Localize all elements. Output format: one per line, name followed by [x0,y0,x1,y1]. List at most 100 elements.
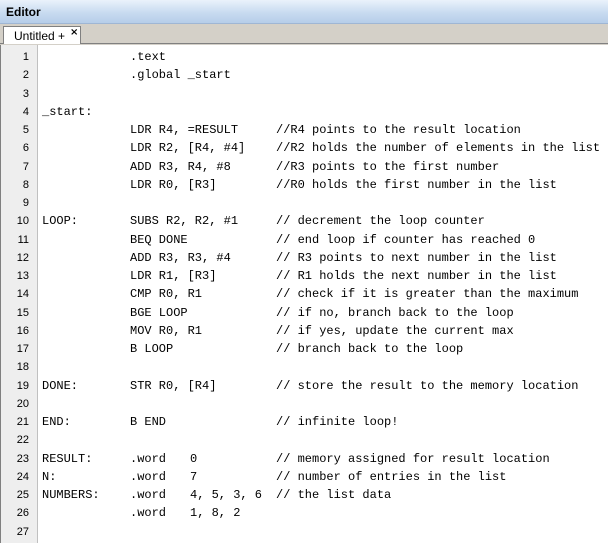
code-line[interactable]: _start: [42,103,608,121]
code-line[interactable]: DONE: STR R0, [R4] // store the result to … [42,377,608,395]
code-comment: // number of entries in the list [276,470,507,484]
line-number: 12 [16,252,29,264]
code-instruction: B END [130,415,167,429]
code-comment: // R3 points to next number in the list [276,251,557,265]
line-number: 1 [22,51,29,63]
line-number: 23 [16,453,29,465]
code-instruction: .word [130,470,167,484]
code-comment: // memory assigned for result location [276,452,550,466]
line-number: 3 [22,88,29,100]
code-instruction: STR R0, [R4] [130,379,217,393]
code-line[interactable]: BEQ DONE // end loop if counter has reach… [42,231,608,249]
code-comment: //R2 holds the number of elements in the… [276,141,601,155]
code-line[interactable]: ADD R3, R3, #4 // R3 points to next numbe… [42,249,608,267]
code-operands: 0 [190,452,198,466]
code-comment: // if yes, update the current max [276,324,514,338]
code-line[interactable]: ADD R3, R4, #8 //R3 points to the first n… [42,158,608,176]
code-instruction: ADD R3, R3, #4 [130,251,231,265]
code-line[interactable]: LDR R4, =RESULT //R4 points to the result… [42,121,608,139]
line-number: 25 [16,489,29,501]
code-line[interactable]: END: B END // infinite loop! [42,413,608,431]
line-number: 26 [16,507,29,519]
line-number: 22 [16,434,29,446]
code-comment: //R0 holds the first number in the list [276,178,557,192]
code-editor[interactable]: 1 2 3 4 5 6 7 8 9 10 11 12 13 14 15 16 17 18 19 20 21 22 23 24 2… [0,45,608,543]
code-label: _start: [42,105,93,119]
code-comment: // decrement the loop counter [276,214,485,228]
editor-window: Editor Untitled + × 1 2 3 4 5 6 7 8 9 10 11 12 13 14 1… [0,0,608,543]
code-operands: 1, 8, 2 [190,506,241,520]
code-comment: // store the result to the memory locati… [276,379,579,393]
line-number: 16 [16,325,29,337]
code-line[interactable]: B LOOP // branch back to the loop [42,340,608,358]
line-number: 10 [16,215,29,227]
line-number: 8 [22,179,29,191]
code-line[interactable]: .text [42,48,608,66]
code-comment: // end loop if counter has reached 0 [276,233,536,247]
code-label: N: [42,470,57,484]
code-comment: // R1 holds the next number in the list [276,269,557,283]
code-instruction: MOV R0, R1 [130,324,203,338]
line-number: 11 [17,234,29,246]
line-number: 17 [16,343,29,355]
code-instruction: ADD R3, R4, #8 [130,160,231,174]
code-comment: // branch back to the loop [276,342,464,356]
line-number: 2 [22,69,29,81]
code-line[interactable]: .word 1, 8, 2 [42,504,608,522]
code-line[interactable] [42,523,608,541]
line-number: 18 [16,361,29,373]
line-number-gutter: 1 2 3 4 5 6 7 8 9 10 11 12 13 14 15 16 17 18 19 20 21 22 23 24 2… [1,45,38,543]
code-instruction: LDR R4, =RESULT [130,123,239,137]
line-number: 6 [22,142,29,154]
code-line[interactable]: CMP R0, R1 // check if it is greater than… [42,285,608,303]
code-area[interactable]: .text .global _start _start: LDR R4, =RESUL… [38,45,608,543]
code-line[interactable]: RESULT: .word 0 // memory assigned for resu… [42,450,608,468]
line-number: 13 [16,270,29,282]
line-number: 24 [16,471,29,483]
code-label: LOOP: [42,214,79,228]
tab-strip: Untitled + × [0,24,608,44]
line-number: 7 [22,161,29,173]
code-instruction: SUBS R2, R2, #1 [130,214,239,228]
code-line[interactable]: BGE LOOP // if no, branch back to the loo… [42,304,608,322]
code-line[interactable] [42,431,608,449]
code-instruction: LDR R2, [R4, #4] [130,141,246,155]
code-line[interactable]: NUMBERS: .word 4, 5, 3, 6 // the list data [42,486,608,504]
code-instruction: BGE LOOP [130,306,188,320]
line-number: 14 [16,288,29,300]
line-number: 21 [16,416,29,428]
code-comment: //R3 points to the first number [276,160,500,174]
code-line[interactable]: .global _start [42,66,608,84]
code-line[interactable] [42,358,608,376]
code-instruction: B LOOP [130,342,174,356]
tab-untitled[interactable]: Untitled + × [3,26,81,44]
code-instruction: LDR R0, [R3] [130,178,217,192]
code-label: DONE: [42,379,79,393]
line-number: 20 [16,398,29,410]
code-instruction: .word [130,506,167,520]
code-line[interactable] [42,395,608,413]
code-line[interactable] [42,194,608,212]
code-line[interactable]: LDR R0, [R3] //R0 holds the first number … [42,176,608,194]
code-label: END: [42,415,71,429]
line-number: 4 [22,106,29,118]
line-number: 15 [16,307,29,319]
code-line[interactable]: MOV R0, R1 // if yes, update the current … [42,322,608,340]
code-instruction: .global _start [130,68,231,82]
code-operands: 4, 5, 3, 6 [190,488,263,502]
line-number: 9 [22,197,29,209]
code-line[interactable]: N: .word 7 // number of entries in the list [42,468,608,486]
code-line[interactable]: LDR R1, [R3] // R1 holds the next number … [42,267,608,285]
code-comment: // infinite loop! [276,415,399,429]
close-icon[interactable]: × [70,27,78,39]
code-line[interactable] [42,85,608,103]
code-instruction: CMP R0, R1 [130,287,203,301]
code-comment: // the list data [276,488,392,502]
editor-titlebar: Editor [0,0,608,24]
code-comment: // if no, branch back to the loop [276,306,514,320]
code-comment: //R4 points to the result location [276,123,521,137]
code-instruction: LDR R1, [R3] [130,269,217,283]
code-line[interactable]: LDR R2, [R4, #4] //R2 holds the number of… [42,139,608,157]
editor-title: Editor [6,5,41,19]
code-line[interactable]: LOOP: SUBS R2, R2, #1 // decrement the loo… [42,212,608,230]
